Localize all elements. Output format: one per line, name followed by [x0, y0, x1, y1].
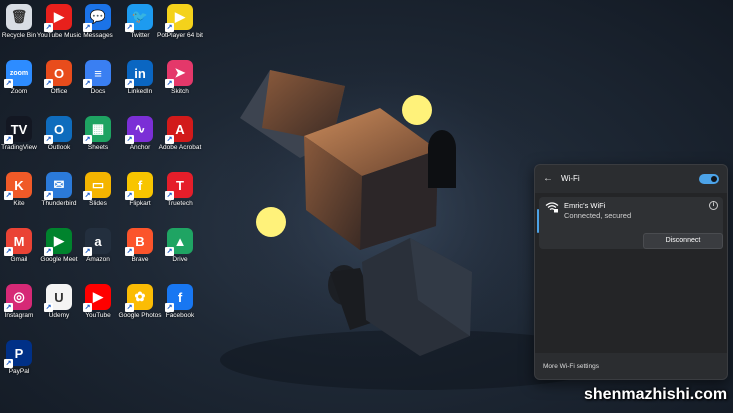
- shortcut-arrow-icon: ↗: [165, 135, 174, 144]
- google-meet-icon: ▶ ↗: [44, 228, 72, 256]
- shortcut-arrow-icon: ↗: [4, 79, 13, 88]
- shortcut-arrow-icon: ↗: [4, 135, 13, 144]
- potplayer-icon: ▶ ↗: [165, 4, 193, 32]
- recycle-bin-icon: 🗑: [6, 4, 32, 30]
- shortcut-arrow-icon: ↗: [125, 135, 134, 144]
- shortcut-arrow-icon: ↗: [44, 191, 53, 200]
- network-status: Connected, secured: [564, 211, 632, 220]
- desktop-icon[interactable]: ≡ ↗ Docs: [76, 60, 120, 116]
- messages-icon: 💬 ↗: [83, 4, 111, 32]
- shortcut-arrow-icon: ↗: [44, 303, 53, 312]
- facebook-icon: f ↗: [165, 284, 193, 312]
- shortcut-arrow-icon: ↗: [4, 247, 13, 256]
- flipkart-icon: f ↗: [125, 172, 153, 200]
- shortcut-arrow-icon: ↗: [125, 247, 134, 256]
- zoom-icon: zoom ↗: [4, 60, 32, 88]
- shortcut-arrow-icon: ↗: [4, 303, 13, 312]
- site-watermark: shenmazhishi.com: [584, 386, 728, 403]
- wifi-toggle[interactable]: [699, 174, 719, 184]
- desktop-icon-label: Adobe Acrobat: [158, 144, 202, 151]
- desktop-icon[interactable]: a ↗ Amazon: [76, 228, 120, 284]
- desktop-icon[interactable]: ▶ ↗ YouTube: [76, 284, 120, 340]
- shortcut-arrow-icon: ↗: [125, 191, 134, 200]
- shortcut-arrow-icon: ↗: [83, 303, 92, 312]
- wifi-flyout-title: Wi-Fi: [561, 174, 580, 183]
- back-arrow-icon[interactable]: ←: [543, 173, 553, 184]
- outlook-icon: O ↗: [44, 116, 72, 144]
- wifi-flyout-header: ← Wi-Fi: [535, 165, 727, 193]
- desktop-icon[interactable]: ▭ ↗ Slides: [76, 172, 120, 228]
- instagram-icon: ◎ ↗: [4, 284, 32, 312]
- selected-indicator: [537, 209, 539, 233]
- wifi-flyout: ← Wi-Fi Emric's WiFi Connected, secured …: [534, 164, 728, 380]
- wifi-lock-icon: [545, 202, 559, 213]
- twitter-icon: 🐦 ↗: [125, 4, 153, 32]
- linkedin-icon: in ↗: [125, 60, 153, 88]
- shortcut-arrow-icon: ↗: [83, 23, 92, 32]
- desktop-icon-label: PayPal: [8, 368, 30, 375]
- paypal-icon: P ↗: [4, 340, 32, 368]
- adobe-acrobat-icon: A ↗: [165, 116, 193, 144]
- desktop-icon[interactable]: f ↗ Facebook: [158, 284, 202, 340]
- amazon-icon: a ↗: [83, 228, 111, 256]
- desktop-icon[interactable]: ▦ ↗ Sheets: [76, 116, 120, 172]
- wifi-toggle-knob: [711, 176, 717, 182]
- anchor-icon: ∿ ↗: [125, 116, 153, 144]
- network-name: Emric's WiFi: [564, 201, 606, 210]
- youtube-icon: ▶ ↗: [83, 284, 111, 312]
- sheets-icon: ▦ ↗: [83, 116, 111, 144]
- network-properties-icon[interactable]: i: [709, 201, 718, 210]
- shortcut-arrow-icon: ↗: [44, 23, 53, 32]
- disconnect-button[interactable]: Disconnect: [643, 233, 723, 249]
- google-photos-icon: ✿ ↗: [125, 284, 153, 312]
- shortcut-arrow-icon: ↗: [83, 247, 92, 256]
- desktop-icon-label: Skitch: [171, 88, 189, 95]
- desktop-icon[interactable]: ▲ ↗ Drive: [158, 228, 202, 284]
- shortcut-arrow-icon: ↗: [125, 79, 134, 88]
- desktop-icon[interactable]: ▶ ↗ PotPlayer 64 bit: [157, 4, 203, 60]
- gmail-icon: M ↗: [4, 228, 32, 256]
- network-item-connected[interactable]: Emric's WiFi Connected, secured i Discon…: [537, 197, 723, 249]
- shortcut-arrow-icon: ↗: [125, 303, 134, 312]
- slides-icon: ▭ ↗: [83, 172, 111, 200]
- shortcut-arrow-icon: ↗: [165, 79, 174, 88]
- shortcut-arrow-icon: ↗: [4, 359, 13, 368]
- docs-icon: ≡ ↗: [83, 60, 111, 88]
- desktop-icon[interactable]: A ↗ Adobe Acrobat: [158, 116, 202, 172]
- truetech-icon: T ↗: [165, 172, 193, 200]
- shortcut-arrow-icon: ↗: [165, 191, 174, 200]
- desktop-icon[interactable]: P ↗ PayPal: [0, 340, 41, 396]
- desktop-icons: 🗑 Recycle Bin ▶ ↗ YouTube Music 💬 ↗ Messages 🐦 ↗ T…: [0, 0, 240, 413]
- shortcut-arrow-icon: ↗: [165, 247, 174, 256]
- kite-icon: K ↗: [4, 172, 32, 200]
- brave-icon: B ↗: [125, 228, 153, 256]
- shortcut-arrow-icon: ↗: [165, 303, 174, 312]
- wifi-network-list: Emric's WiFi Connected, secured i Discon…: [535, 193, 727, 353]
- skitch-icon: ➤ ↗: [165, 60, 193, 88]
- desktop-icon[interactable]: 💬 ↗ Messages: [76, 4, 120, 60]
- shortcut-arrow-icon: ↗: [83, 79, 92, 88]
- thunderbird-icon: ✉ ↗: [44, 172, 72, 200]
- desktop-icon[interactable]: T ↗ Truetech: [158, 172, 202, 228]
- shortcut-arrow-icon: ↗: [125, 23, 134, 32]
- desktop-icon-label: Facebook: [165, 312, 195, 319]
- shortcut-arrow-icon: ↗: [4, 191, 13, 200]
- desktop-icon-label: PotPlayer 64 bit: [157, 32, 203, 39]
- shortcut-arrow-icon: ↗: [44, 247, 53, 256]
- drive-icon: ▲ ↗: [165, 228, 193, 256]
- shortcut-arrow-icon: ↗: [44, 135, 53, 144]
- shortcut-arrow-icon: ↗: [165, 23, 174, 32]
- youtube-music-icon: ▶ ↗: [44, 4, 72, 32]
- shortcut-arrow-icon: ↗: [44, 79, 53, 88]
- office-icon: O ↗: [44, 60, 72, 88]
- desktop-icon[interactable]: ➤ ↗ Skitch: [158, 60, 202, 116]
- udemy-icon: U ↗: [44, 284, 72, 312]
- desktop-icon-label: Truetech: [167, 200, 193, 207]
- shortcut-arrow-icon: ↗: [83, 191, 92, 200]
- tradingview-icon: TV ↗: [4, 116, 32, 144]
- more-wifi-settings-link[interactable]: More Wi-Fi settings: [543, 363, 599, 370]
- shortcut-arrow-icon: ↗: [83, 135, 92, 144]
- desktop-icon-label: Drive: [172, 256, 188, 263]
